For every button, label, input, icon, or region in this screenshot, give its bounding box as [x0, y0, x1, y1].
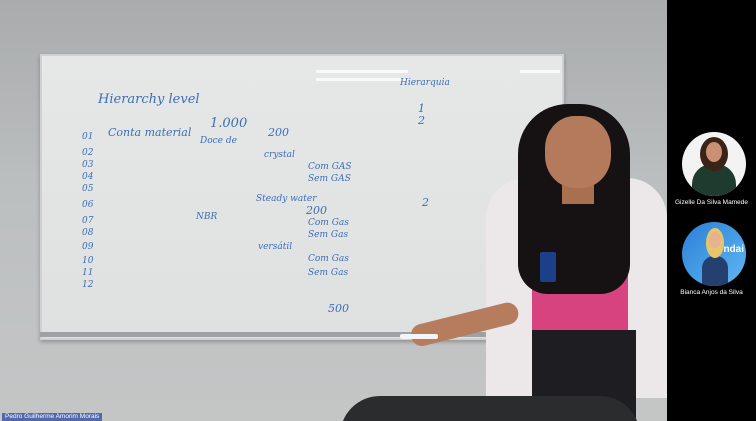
- marker-pen: [400, 334, 438, 339]
- participant-name: Bianca Anjos da Silva: [680, 289, 743, 296]
- board-reflection: [316, 70, 408, 73]
- board-value: 500: [328, 302, 349, 315]
- participant-sidebar: Gizelle Da Silva Mamede ndai Bianca Anjo…: [667, 0, 756, 421]
- board-number: 09: [82, 242, 94, 252]
- main-video-feed[interactable]: Hierarchy level Hierarquia Conta materia…: [0, 0, 667, 421]
- participant-name: Gizelle Da Silva Mamede: [675, 199, 748, 206]
- board-row-label: Com GAS: [308, 162, 352, 172]
- board-number: 11: [82, 268, 94, 278]
- participant-tile[interactable]: ndai Bianca Anjos da Silva: [667, 222, 756, 302]
- board-side-number: 2: [418, 114, 425, 127]
- board-reflection: [520, 70, 560, 73]
- board-number: 04: [82, 172, 94, 182]
- presenter-face: [545, 116, 611, 188]
- board-row-label: Sem GAS: [308, 174, 351, 184]
- board-number: 10: [82, 256, 94, 266]
- participant-avatar[interactable]: [682, 132, 746, 196]
- board-row-label: Steady water: [256, 194, 317, 204]
- board-title: Hierarchy level: [98, 92, 200, 107]
- video-call-window: Hierarchy level Hierarquia Conta materia…: [0, 0, 756, 421]
- board-side-number: 2: [422, 196, 429, 209]
- board-number: 05: [82, 184, 94, 194]
- board-row-label: Sem Gas: [308, 230, 349, 240]
- board-number: 12: [82, 280, 94, 290]
- board-row-label: versátil: [258, 242, 293, 252]
- participant-avatar[interactable]: ndai: [682, 222, 746, 286]
- board-row-label: Conta material: [108, 126, 192, 139]
- board-number: 01: [82, 132, 94, 142]
- participant-tile[interactable]: Gizelle Da Silva Mamede: [667, 132, 756, 212]
- presenter-badge: [540, 252, 556, 282]
- board-row-label: Com Gas: [308, 254, 349, 264]
- board-number: 02: [82, 148, 94, 158]
- board-number: 06: [82, 200, 94, 210]
- board-value: 1.000: [210, 116, 248, 131]
- board-number: 07: [82, 216, 94, 226]
- board-value: 200: [268, 126, 289, 139]
- board-row-label: crystal: [264, 150, 295, 160]
- board-number: 08: [82, 228, 94, 238]
- foreground-chair: [340, 396, 640, 421]
- board-number: 03: [82, 160, 94, 170]
- board-row-label: Doce de: [200, 136, 237, 146]
- board-row-label: Com Gas: [308, 218, 349, 228]
- board-value: 200: [306, 204, 327, 217]
- board-reflection: [316, 78, 408, 81]
- active-speaker-name: Pedro Guilherme Amorim Morais: [2, 413, 103, 421]
- avatar-text: ndai: [723, 244, 744, 255]
- board-row-label: Sem Gas: [308, 268, 349, 278]
- board-top-right-note: Hierarquia: [400, 78, 450, 88]
- board-mid-label: NBR: [196, 212, 218, 222]
